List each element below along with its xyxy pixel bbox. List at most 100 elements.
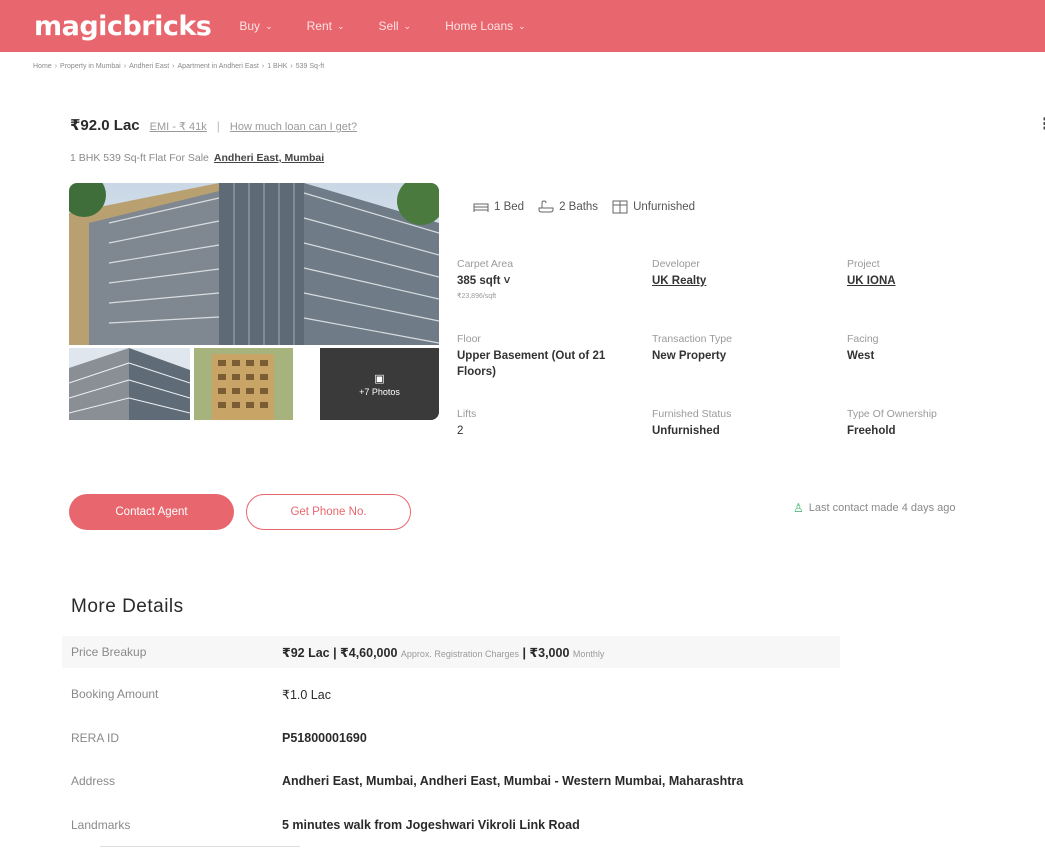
price-breakup-main: ₹92 Lac | ₹4,60,000	[282, 645, 398, 660]
spec-lifts: Lifts 2	[457, 408, 637, 440]
building-thumbnail-1	[69, 348, 190, 420]
chevron-down-icon: ⌄	[403, 20, 412, 31]
photo-thumbnail[interactable]	[194, 348, 293, 420]
detail-row-price-breakup: Price Breakup ₹92 Lac | ₹4,60,000 Approx…	[62, 636, 840, 668]
breadcrumb-item-home[interactable]: Home	[33, 63, 52, 70]
spec-project: Project UK IONA	[847, 258, 1027, 290]
breadcrumb: Home › Property in Mumbai › Andheri East › …	[33, 63, 327, 70]
feature-furnishing: Unfurnished	[612, 200, 695, 214]
feature-beds: 1 Bed	[473, 201, 524, 213]
detail-row-rera-id: RERA ID P51800001690	[62, 722, 840, 754]
magicbricks-logo[interactable]: magicbricks	[34, 11, 212, 42]
more-photos-label: +7 Photos	[359, 386, 400, 397]
main-property-photo[interactable]	[69, 183, 439, 345]
transaction-type-label: Transaction Type	[652, 333, 732, 345]
chevron-down-icon: ⌄	[265, 20, 273, 31]
user-icon: ♙	[793, 501, 804, 515]
price-breakup-monthly-amount: | ₹3,000	[522, 645, 570, 660]
bath-icon	[538, 200, 554, 213]
address-label: Address	[71, 774, 116, 788]
rera-id-value: P51800001690	[282, 731, 367, 745]
project-link[interactable]: UK IONA	[847, 274, 1027, 290]
top-navbar: magicbricks Buy ⌄ Rent ⌄ Sell ⌄ Home Loans ⌄	[0, 0, 1045, 52]
project-label: Project	[847, 258, 880, 270]
last-contact-text: Last contact made 4 days ago	[808, 502, 956, 514]
baths-label: 2 Baths	[559, 201, 599, 213]
carpet-area-label: Carpet Area	[457, 258, 514, 270]
breadcrumb-separator: ›	[54, 63, 58, 70]
floor-label: Floor	[457, 333, 481, 345]
landmarks-value: 5 minutes walk from Jogeshwari Vikroli L…	[282, 818, 580, 832]
ownership-label: Type Of Ownership	[847, 408, 937, 420]
lifts-value: 2	[457, 425, 464, 437]
detail-row-landmarks: Landmarks 5 minutes walk from Jogeshwari…	[62, 809, 840, 841]
nav-buy-label: Buy	[239, 19, 261, 33]
carpet-area-rate: ₹23,896/sqft	[457, 292, 497, 300]
breadcrumb-separator: ›	[172, 63, 175, 70]
carpet-area-value[interactable]: 385 sqft ˅	[457, 274, 637, 290]
beds-label: 1 Bed	[494, 201, 525, 213]
spec-floor: Floor Upper Basement (Out of 21 Floors)	[457, 333, 637, 380]
feature-baths: 2 Baths	[538, 200, 598, 214]
furnishing-label: Unfurnished	[633, 201, 696, 213]
spec-ownership: Type Of Ownership Freehold	[847, 408, 1027, 440]
detail-row-booking-amount: Booking Amount ₹1.0 Lac	[62, 678, 840, 710]
listing-subtitle: 1 BHK 539 Sq-ft Flat For Sale Andheri Ea…	[70, 152, 324, 164]
lifts-label: Lifts	[457, 408, 477, 420]
price-breakup-value: ₹92 Lac | ₹4,60,000 Approx. Registration…	[282, 645, 604, 660]
breadcrumb-item-bhk[interactable]: 1 BHK	[267, 63, 287, 70]
furnished-status-label: Furnished Status	[652, 408, 732, 420]
detail-row-address: Address Andheri East, Mumbai, Andheri Ea…	[62, 765, 840, 797]
spec-facing: Facing West	[847, 333, 1027, 365]
last-contact-info: ♙ Last contact made 4 days ago	[793, 501, 956, 515]
chevron-down-icon: ⌄	[336, 20, 345, 31]
nav-buy[interactable]: Buy ⌄	[239, 19, 272, 33]
wardrobe-icon	[612, 200, 628, 214]
listing-type: 1 BHK 539 Sq-ft Flat For Sale	[70, 152, 209, 164]
listing-location-link[interactable]: Andheri East, Mumbai	[214, 152, 324, 164]
breadcrumb-item-andheri-east[interactable]: Andheri East	[129, 63, 169, 70]
photo-thumbnail[interactable]	[69, 348, 190, 420]
building-thumbnail-2	[194, 348, 293, 420]
spec-developer: Developer UK Realty	[652, 258, 832, 290]
nav-sell[interactable]: Sell ⌄	[379, 19, 412, 33]
spec-carpet-area: Carpet Area 385 sqft ˅ ₹23,896/sqft	[457, 258, 637, 300]
developer-link[interactable]: UK Realty	[652, 274, 832, 290]
price-breakup-monthly-label: Monthly	[572, 648, 605, 659]
listing-price: ₹92.0 Lac	[70, 117, 140, 134]
emi-link[interactable]: EMI - ₹ 41k	[150, 120, 207, 133]
breadcrumb-separator: ›	[290, 63, 293, 70]
more-photos-button[interactable]: ▣ +7 Photos	[320, 348, 439, 420]
rera-id-label: RERA ID	[71, 731, 120, 745]
floor-value: Upper Basement (Out of 21 Floors)	[457, 350, 606, 378]
get-phone-button[interactable]: Get Phone No.	[246, 494, 411, 530]
spec-transaction-type: Transaction Type New Property	[652, 333, 832, 365]
nav-home-loans-label: Home Loans	[445, 19, 514, 33]
nav-home-loans[interactable]: Home Loans ⌄	[445, 19, 526, 33]
chevron-down-icon: ⌄	[518, 20, 526, 31]
main-nav: Buy ⌄ Rent ⌄ Sell ⌄ Home Loans ⌄	[239, 19, 559, 33]
divider	[100, 846, 300, 847]
spec-furnished-status: Furnished Status Unfurnished	[652, 408, 832, 440]
nav-rent-label: Rent	[306, 19, 332, 33]
loan-eligibility-link[interactable]: How much loan can I get?	[230, 121, 357, 133]
contact-agent-button[interactable]: Contact Agent	[69, 494, 234, 530]
breadcrumb-item-area: 539 Sq-ft	[295, 63, 325, 70]
breadcrumb-item-property-mumbai[interactable]: Property in Mumbai	[60, 63, 121, 70]
more-options-icon[interactable]: ⋮	[1037, 114, 1045, 134]
developer-label: Developer	[652, 258, 700, 270]
photo-icon: ▣	[374, 372, 385, 385]
price-row: ₹92.0 Lac EMI - ₹ 41k | How much loan ca…	[70, 116, 357, 134]
ownership-value: Freehold	[847, 425, 896, 437]
breadcrumb-item-apartment[interactable]: Apartment in Andheri East	[178, 63, 259, 70]
address-value: Andheri East, Mumbai, Andheri East, Mumb…	[282, 774, 744, 788]
property-features: 1 Bed 2 Baths Unfurnished	[473, 200, 709, 214]
breadcrumb-separator: ›	[123, 63, 127, 70]
booking-amount-value: ₹1.0 Lac	[282, 687, 331, 702]
more-details-heading: More Details	[71, 596, 184, 617]
transaction-type-value: New Property	[652, 350, 727, 362]
furnished-status-value: Unfurnished	[652, 425, 720, 437]
nav-rent[interactable]: Rent ⌄	[307, 19, 345, 33]
bed-icon	[473, 203, 489, 212]
building-photo	[69, 183, 439, 345]
